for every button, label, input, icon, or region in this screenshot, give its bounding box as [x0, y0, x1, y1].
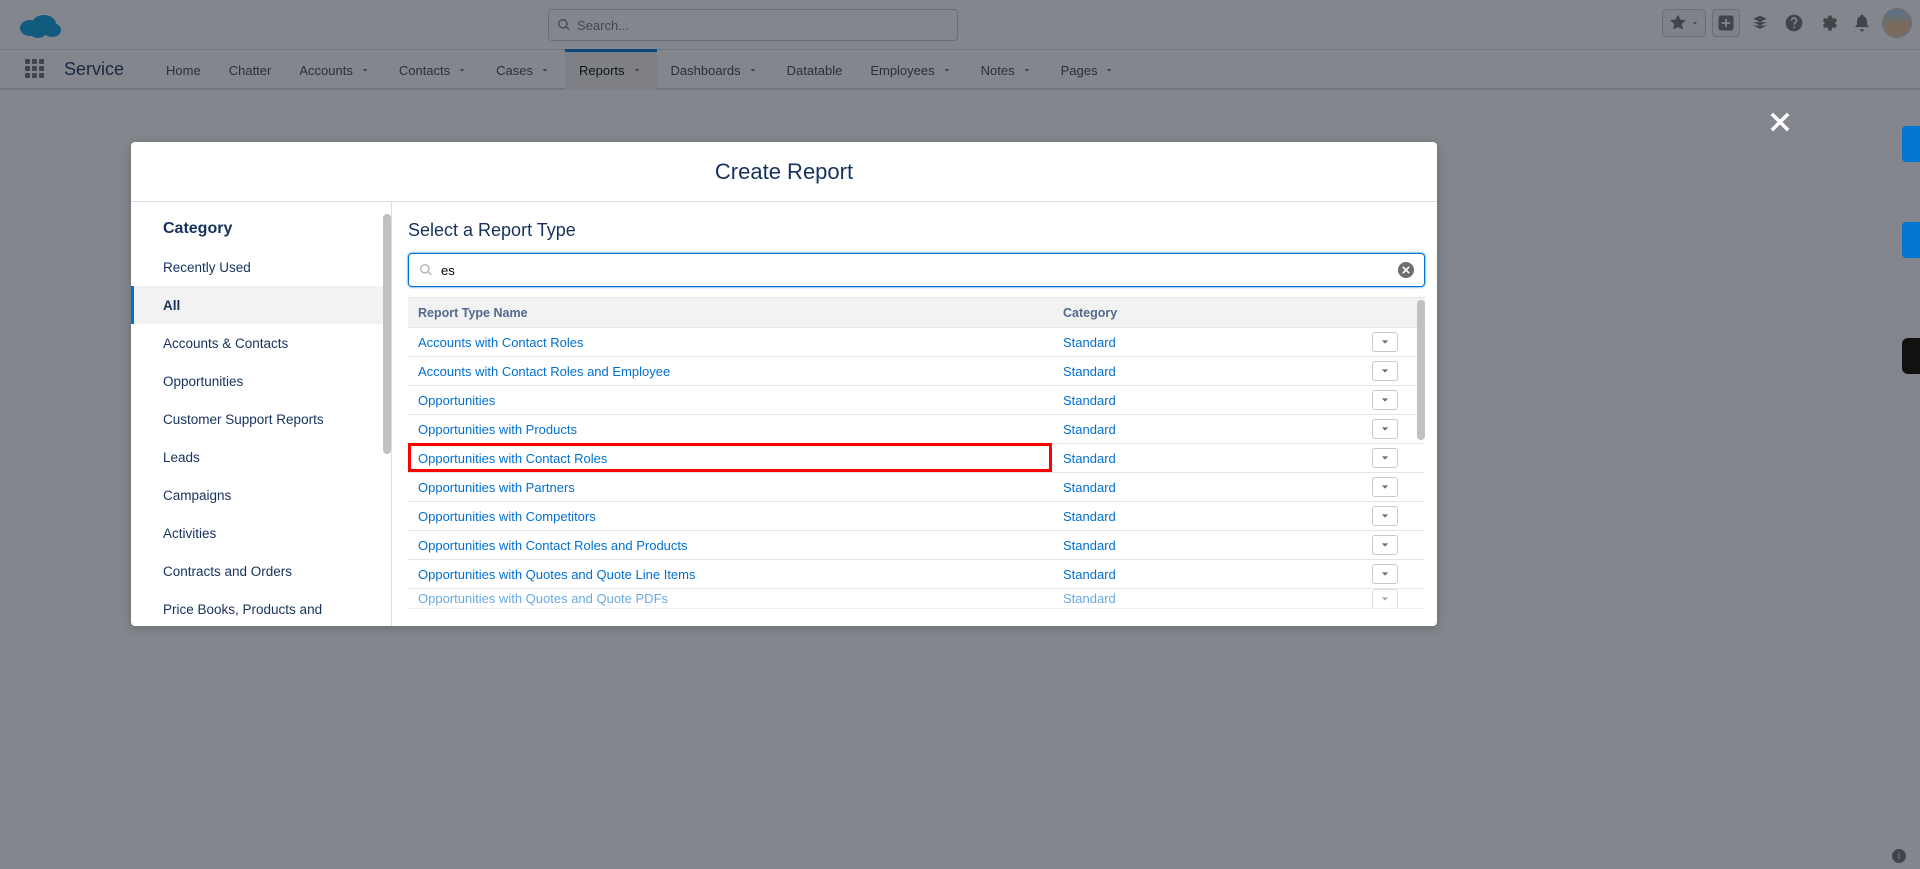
report-type-link[interactable]: Opportunities with Partners — [408, 480, 1063, 495]
table-row: Opportunities with CompetitorsStandard — [408, 502, 1425, 531]
report-type-link[interactable]: Opportunities — [408, 393, 1063, 408]
report-type-category: Standard — [1063, 480, 1365, 495]
table-row: OpportunitiesStandard — [408, 386, 1425, 415]
report-type-category: Standard — [1063, 335, 1365, 350]
report-type-category: Standard — [1063, 591, 1365, 606]
sidebar-scrollbar[interactable] — [383, 214, 391, 454]
category-item[interactable]: Activities — [131, 514, 391, 552]
category-item[interactable]: Campaigns — [131, 476, 391, 514]
report-type-category: Standard — [1063, 364, 1365, 379]
sidebar-heading: Category — [131, 202, 391, 248]
category-item[interactable]: Customer Support Reports — [131, 400, 391, 438]
report-type-search[interactable] — [408, 253, 1425, 287]
category-item[interactable]: Leads — [131, 438, 391, 476]
table-row: Accounts with Contact Roles and Employee… — [408, 357, 1425, 386]
side-panel-tab-3[interactable] — [1902, 338, 1920, 374]
report-type-link[interactable]: Opportunities with Contact Roles and Pro… — [408, 538, 1063, 553]
table-row: Opportunities with ProductsStandard — [408, 415, 1425, 444]
side-panel-tab-1[interactable] — [1902, 126, 1920, 162]
col-header-category: Category — [1063, 306, 1365, 320]
row-action-button[interactable] — [1372, 332, 1398, 352]
row-action-button[interactable] — [1372, 361, 1398, 381]
report-type-category: Standard — [1063, 567, 1365, 582]
table-scrollbar[interactable] — [1417, 300, 1425, 440]
row-action-button[interactable] — [1372, 506, 1398, 526]
table-row: Accounts with Contact RolesStandard — [408, 328, 1425, 357]
row-action-button[interactable] — [1372, 419, 1398, 439]
report-type-category: Standard — [1063, 509, 1365, 524]
report-type-category: Standard — [1063, 538, 1365, 553]
report-type-link[interactable]: Opportunities with Products — [408, 422, 1063, 437]
report-type-panel: Select a Report Type Report Type Name Ca… — [392, 202, 1437, 626]
table-row: Opportunities with Contact Roles and Pro… — [408, 531, 1425, 560]
table-row: Opportunities with Quotes and Quote PDFs… — [408, 589, 1425, 609]
report-type-link[interactable]: Opportunities with Quotes and Quote PDFs — [408, 591, 1063, 606]
category-item[interactable]: Opportunities — [131, 362, 391, 400]
clear-search-icon[interactable] — [1398, 262, 1414, 278]
report-type-category: Standard — [1063, 393, 1365, 408]
category-item[interactable]: Contracts and Orders — [131, 552, 391, 590]
report-type-table: Report Type Name Category Accounts with … — [408, 297, 1425, 626]
table-row: Opportunities with PartnersStandard — [408, 473, 1425, 502]
table-header-row: Report Type Name Category — [408, 298, 1425, 328]
report-type-search-input[interactable] — [441, 263, 1398, 278]
category-item[interactable]: Price Books, Products and — [131, 590, 391, 626]
row-action-button[interactable] — [1372, 589, 1398, 609]
report-type-link[interactable]: Opportunities with Contact Roles — [408, 451, 1063, 466]
table-row: Opportunities with Contact RolesStandard — [408, 444, 1425, 473]
report-type-category: Standard — [1063, 422, 1365, 437]
col-header-name: Report Type Name — [408, 306, 1063, 320]
create-report-modal: Create Report Category Recently UsedAllA… — [131, 142, 1437, 626]
row-action-button[interactable] — [1372, 448, 1398, 468]
panel-heading: Select a Report Type — [408, 220, 1425, 241]
category-item[interactable]: Accounts & Contacts — [131, 324, 391, 362]
report-type-link[interactable]: Accounts with Contact Roles and Employee — [408, 364, 1063, 379]
row-action-button[interactable] — [1372, 564, 1398, 584]
category-item[interactable]: All — [131, 286, 391, 324]
report-type-link[interactable]: Opportunities with Competitors — [408, 509, 1063, 524]
row-action-button[interactable] — [1372, 390, 1398, 410]
side-panel-tab-2[interactable] — [1902, 222, 1920, 258]
row-action-button[interactable] — [1372, 535, 1398, 555]
table-row: Opportunities with Quotes and Quote Line… — [408, 560, 1425, 589]
modal-title: Create Report — [131, 142, 1437, 202]
report-type-link[interactable]: Opportunities with Quotes and Quote Line… — [408, 567, 1063, 582]
category-item[interactable]: Recently Used — [131, 248, 391, 286]
modal-close-button[interactable] — [1766, 108, 1794, 141]
row-action-button[interactable] — [1372, 477, 1398, 497]
category-sidebar: Category Recently UsedAllAccounts & Cont… — [131, 202, 392, 626]
report-type-link[interactable]: Accounts with Contact Roles — [408, 335, 1063, 350]
report-type-category: Standard — [1063, 451, 1365, 466]
